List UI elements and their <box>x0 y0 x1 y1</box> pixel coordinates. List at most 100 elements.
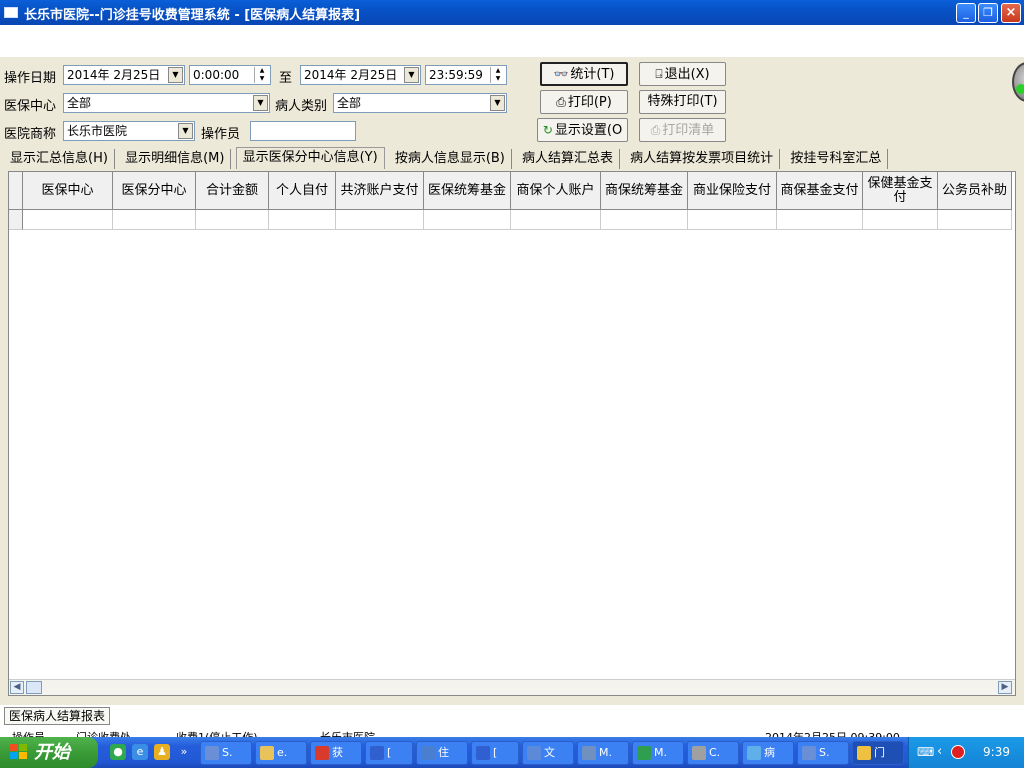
table-cell[interactable] <box>113 210 196 230</box>
table-cell[interactable] <box>938 210 1012 230</box>
horizontal-scrollbar[interactable]: ◀ ▶ <box>9 679 1015 695</box>
chevron-down-icon[interactable]: ▼ <box>490 95 505 111</box>
time-to-value: 23:59:59 <box>429 68 483 82</box>
report-tabs: 显示汇总信息(H) 显示明细信息(M) 显示医保分中心信息(Y) 按病人信息显示… <box>4 147 889 170</box>
time-to-input[interactable]: 23:59:59 ▲ ▼ <box>425 65 507 85</box>
tab-settlement-summary[interactable]: 病人结算汇总表 <box>516 149 621 169</box>
table-cell[interactable] <box>511 210 601 230</box>
taskbar-item[interactable]: 病 <box>742 741 794 765</box>
column-header[interactable]: 医保中心 <box>23 172 113 210</box>
ie-icon[interactable]: e <box>132 744 148 760</box>
taskbar-item[interactable]: M. <box>632 741 684 765</box>
taskbar-item[interactable]: e. <box>255 741 307 765</box>
table-cell[interactable] <box>601 210 688 230</box>
start-button[interactable]: 开始 <box>0 737 98 768</box>
system-tray: ⌨ ‹ 9:39 <box>908 737 1024 768</box>
grid-header: 医保中心 医保分中心 合计金额 个人自付 共济账户支付 医保统筹基金 商保个人账… <box>9 172 1012 210</box>
minimize-button[interactable]: _ <box>956 3 976 23</box>
taskbar-item-label: S. <box>222 746 233 759</box>
time-from-input[interactable]: 0:00:00 ▲ ▼ <box>189 65 271 85</box>
chevron-down-icon[interactable]: ▼ <box>168 67 183 83</box>
special-print-button[interactable]: 特殊打印(T) <box>639 90 726 114</box>
table-cell[interactable] <box>777 210 863 230</box>
printer-icon: ⎙ <box>556 95 566 109</box>
patient-type-select[interactable]: 全部 ▼ <box>333 93 507 113</box>
taskbar-item[interactable]: 文 <box>522 741 574 765</box>
security-alert-icon[interactable] <box>951 745 965 759</box>
taskbar-item[interactable]: 住 <box>416 741 468 765</box>
column-header[interactable]: 商保个人账户 <box>511 172 601 210</box>
report-panel-tab[interactable]: 医保病人结算报表 <box>4 707 111 725</box>
hospital-label: 医院商称 <box>4 127 57 142</box>
time-from-spinner[interactable]: ▲ ▼ <box>254 67 269 83</box>
date-to-picker[interactable]: 2014年 2月25日 ▼ <box>300 65 421 85</box>
column-header[interactable]: 医保统筹基金 <box>424 172 511 210</box>
taskbar-item[interactable]: 获 <box>310 741 362 765</box>
column-header[interactable]: 公务员补助 <box>938 172 1012 210</box>
print-button[interactable]: ⎙ 打印(P) <box>540 90 628 114</box>
scroll-right-icon[interactable]: ▶ <box>998 681 1012 694</box>
menu-strip <box>0 25 1024 57</box>
qq-icon[interactable]: ♟ <box>154 744 170 760</box>
table-cell[interactable] <box>336 210 424 230</box>
stat-button[interactable]: 👓 统计(T) <box>540 62 628 86</box>
exit-button[interactable]: ⍈ 退出(X) <box>639 62 726 86</box>
close-button[interactable]: × <box>1001 3 1021 23</box>
center-label: 医保中心 <box>4 99 57 114</box>
tab-sub-center[interactable]: 显示医保分中心信息(Y) <box>235 147 385 169</box>
table-cell[interactable] <box>23 210 113 230</box>
column-header[interactable]: 共济账户支付 <box>336 172 424 210</box>
taskbar-item[interactable]: S. <box>797 741 849 765</box>
taskbar-item[interactable]: [ <box>365 741 413 765</box>
tab-dept-summary[interactable]: 按挂号科室汇总 <box>784 149 889 169</box>
taskbar-item-label: S. <box>819 746 830 759</box>
scroll-left-icon[interactable]: ◀ <box>10 681 24 694</box>
more-quicklaunch-icon[interactable]: » <box>176 744 192 760</box>
column-header[interactable]: 医保分中心 <box>113 172 196 210</box>
hospital-select[interactable]: 长乐市医院 ▼ <box>63 121 195 141</box>
tab-invoice-item-stats[interactable]: 病人结算按发票项目统计 <box>624 149 781 169</box>
tray-expand-icon[interactable]: ‹ <box>937 744 942 759</box>
table-cell[interactable] <box>688 210 777 230</box>
taskbar-item[interactable]: M. <box>577 741 629 765</box>
chevron-down-icon[interactable]: ▼ <box>404 67 419 83</box>
print-list-button[interactable]: ⎙ 打印清单 <box>639 118 726 142</box>
taskbar-item-active[interactable]: 门 <box>852 741 904 765</box>
chevron-down-icon[interactable]: ▼ <box>178 123 193 139</box>
column-header[interactable]: 商业保险支付 <box>688 172 777 210</box>
op-date-label: 操作日期 <box>4 71 57 86</box>
taskbar-item[interactable]: S. <box>200 741 252 765</box>
column-header[interactable]: 商保统筹基金 <box>601 172 688 210</box>
quicklaunch-media-icon[interactable]: ● <box>110 744 126 760</box>
tab-detail[interactable]: 显示明细信息(M) <box>119 149 232 169</box>
center-select[interactable]: 全部 ▼ <box>63 93 270 113</box>
row-indicator[interactable] <box>9 210 23 230</box>
table-cell[interactable] <box>196 210 269 230</box>
data-grid[interactable]: 医保中心 医保分中心 合计金额 个人自付 共济账户支付 医保统筹基金 商保个人账… <box>8 171 1016 696</box>
display-settings-button[interactable]: ↻ 显示设置(O <box>537 118 628 142</box>
keyboard-icon[interactable]: ⌨ <box>917 745 934 759</box>
scroll-thumb[interactable] <box>26 681 42 694</box>
taskbar-item[interactable]: [ <box>471 741 519 765</box>
time-to-spinner[interactable]: ▲ ▼ <box>490 67 505 83</box>
table-cell[interactable] <box>424 210 511 230</box>
date-from-picker[interactable]: 2014年 2月25日 ▼ <box>63 65 185 85</box>
table-cell[interactable] <box>863 210 938 230</box>
restore-button[interactable]: ❐ <box>978 3 998 23</box>
exit-button-label: 退出(X) <box>664 67 710 82</box>
chevron-down-icon[interactable]: ▼ <box>253 95 268 111</box>
column-header[interactable]: 商保基金支付 <box>777 172 863 210</box>
column-header[interactable]: 个人自付 <box>269 172 336 210</box>
column-header[interactable]: 合计金额 <box>196 172 269 210</box>
column-header[interactable]: 保健基金支付 <box>863 172 938 210</box>
taskbar-item-label: 病 <box>764 746 775 759</box>
patient-type-value: 全部 <box>337 96 362 110</box>
table-cell[interactable] <box>269 210 336 230</box>
tab-by-patient[interactable]: 按病人信息显示(B) <box>389 149 512 169</box>
taskbar-item[interactable]: C. <box>687 741 739 765</box>
table-row[interactable] <box>9 210 1012 230</box>
clock[interactable]: 9:39 <box>983 745 1010 759</box>
tab-summary[interactable]: 显示汇总信息(H) <box>4 149 115 169</box>
date-to-value: 2014年 2月25日 <box>304 68 398 82</box>
operator-input[interactable] <box>250 121 356 141</box>
